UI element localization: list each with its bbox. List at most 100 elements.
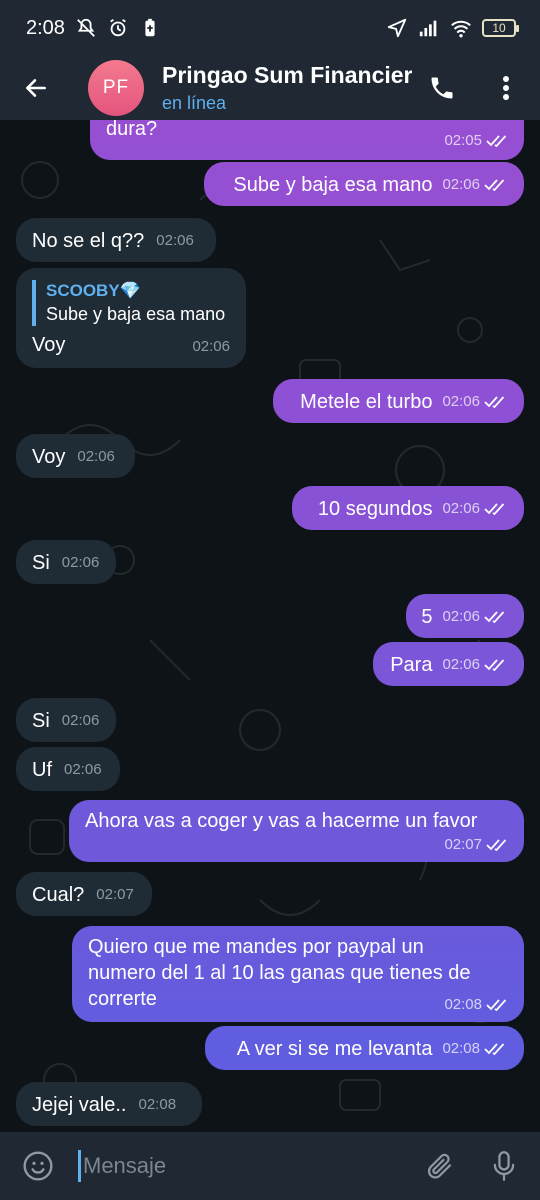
double-check-icon [486, 839, 507, 852]
double-check-icon [484, 659, 505, 672]
message-meta: 02:06 [442, 604, 508, 630]
message-incoming[interactable]: No se el q?? 02:06 [16, 218, 216, 262]
message-outgoing[interactable]: 10 segundos 02:06 [292, 486, 524, 530]
call-button[interactable] [422, 66, 462, 110]
message-time: 02:06 [77, 448, 115, 465]
message-row: A ver si se me levanta 02:08 [221, 1034, 508, 1062]
message-text: Metele el turbo [300, 391, 433, 413]
message-time: 02:06 [442, 500, 480, 517]
message-row: Si 02:06 [32, 548, 100, 576]
message-text: Jejej vale.. [32, 1094, 127, 1116]
message-text: Para [390, 654, 433, 676]
status-time: 2:08 [26, 16, 65, 39]
message-outgoing[interactable]: 5 02:06 [406, 594, 524, 638]
battery-level: 10 [492, 21, 506, 35]
message-time: 02:06 [61, 554, 100, 571]
double-check-icon [484, 503, 505, 516]
message-meta: 02:06 [442, 172, 508, 198]
message-incoming[interactable]: Si 02:06 [16, 540, 116, 584]
paperclip-icon [427, 1153, 452, 1179]
message-row: Cual? 02:07 [32, 880, 136, 908]
message-row: Si 02:06 [32, 706, 100, 734]
message-incoming[interactable]: Cual? 02:07 [16, 872, 152, 916]
message-text: 10 segundos [317, 498, 433, 520]
message-meta: 02:08 [442, 1036, 508, 1062]
message-text: Voy [32, 446, 66, 468]
message-time: 02:06 [156, 232, 194, 249]
wifi-icon [450, 17, 472, 39]
message-row: 10 segundos 02:06 [308, 494, 508, 522]
message-outgoing[interactable]: Metele el turbo 02:06 [273, 379, 524, 423]
status-bar: 2:08 10 [0, 0, 540, 56]
alarm-icon [107, 17, 129, 39]
signal-icon [418, 17, 440, 39]
message-outgoing[interactable]: Ahora vas a coger y vas a hacerme un fav… [69, 800, 524, 862]
avatar[interactable]: PF [88, 60, 144, 116]
avatar-initials: PF [102, 77, 130, 98]
message-incoming[interactable]: Voy 02:06 [16, 434, 135, 478]
message-incoming[interactable]: Uf 02:06 [16, 747, 120, 791]
message-text: A ver si se me levanta [236, 1038, 433, 1060]
message-row: Uf 02:06 [32, 755, 104, 783]
message-outgoing[interactable]: Qué puedes hacer para que se me ponga du… [90, 120, 524, 160]
attach-button[interactable] [412, 1132, 468, 1200]
reply-quote[interactable]: SCOOBY💎 Sube y baja esa mano [32, 280, 230, 326]
message-text: Sube y baja esa mano [233, 174, 433, 196]
message-composer: Mensaje [0, 1132, 540, 1200]
message-list[interactable]: Qué puedes hacer para que se me ponga du… [0, 120, 540, 1132]
message-outgoing[interactable]: A ver si se me levanta 02:08 [205, 1026, 524, 1070]
message-row: No se el q?? 02:06 [32, 226, 200, 254]
message-text: 5 [421, 606, 433, 628]
message-meta: 02:06 [442, 389, 508, 415]
chat-title: Pringao Sum Financier [162, 62, 412, 88]
back-button[interactable] [0, 56, 72, 120]
message-meta: 02:08 [444, 992, 510, 1018]
message-outgoing[interactable]: Quiero que me mandes por paypal un numer… [72, 926, 524, 1022]
message-time: 02:08 [138, 1096, 177, 1113]
message-row: Jejej vale.. 02:08 [32, 1090, 186, 1118]
smiley-icon [23, 1151, 53, 1181]
message-input[interactable]: Mensaje [76, 1146, 412, 1186]
message-text: Ahora vas a coger y vas a hacerme un fav… [85, 810, 478, 832]
message-time: 02:06 [61, 712, 100, 729]
reply-author: SCOOBY💎 [46, 281, 141, 300]
message-row: Voy 02:06 [32, 442, 119, 470]
message-time: 02:06 [64, 761, 102, 778]
phone-icon [431, 77, 453, 99]
double-check-icon [486, 135, 507, 148]
message-meta: 02:06 [442, 496, 508, 522]
message-incoming[interactable]: Si 02:06 [16, 698, 116, 742]
message-time: 02:06 [442, 608, 480, 625]
battery-indicator: 10 [482, 19, 519, 37]
message-outgoing[interactable]: Sube y baja esa mano 02:06 [204, 162, 524, 206]
message-incoming-reply[interactable]: SCOOBY💎 Sube y baja esa mano Voy 02:06 [16, 268, 246, 368]
message-row: Sube y baja esa mano 02:06 [220, 170, 508, 198]
status-left: 2:08 [26, 17, 161, 40]
message-meta: 02:05 [444, 128, 510, 154]
voice-message-button[interactable] [468, 1132, 540, 1200]
emoji-button[interactable] [0, 1132, 76, 1200]
battery-saver-icon [139, 17, 161, 39]
chat-info[interactable]: Pringao Sum Financier en línea [162, 62, 412, 114]
message-text: No se el q?? [32, 230, 145, 252]
double-check-icon [484, 179, 505, 192]
message-input-placeholder: Mensaje [83, 1153, 167, 1178]
message-time: 02:06 [442, 176, 480, 193]
text-cursor [78, 1150, 81, 1182]
message-text: Si [32, 710, 50, 732]
double-check-icon [484, 396, 505, 409]
chat-header: PF Pringao Sum Financier en línea [0, 56, 540, 120]
message-row: Para 02:06 [389, 650, 508, 678]
message-time: 02:06 [192, 338, 230, 355]
reply-text: Sube y baja esa mano [46, 304, 226, 324]
message-row: Metele el turbo 02:06 [289, 387, 508, 415]
message-incoming[interactable]: Jejej vale.. 02:08 [16, 1082, 202, 1126]
message-time: 02:06 [442, 393, 480, 410]
message-time: 02:08 [442, 1040, 480, 1057]
more-vertical-icon [503, 76, 509, 100]
message-text: Si [32, 552, 50, 574]
arrow-left-icon [26, 79, 46, 97]
message-time: 02:06 [442, 656, 480, 673]
message-outgoing[interactable]: Para 02:06 [373, 642, 524, 686]
more-options-button[interactable] [488, 66, 524, 110]
